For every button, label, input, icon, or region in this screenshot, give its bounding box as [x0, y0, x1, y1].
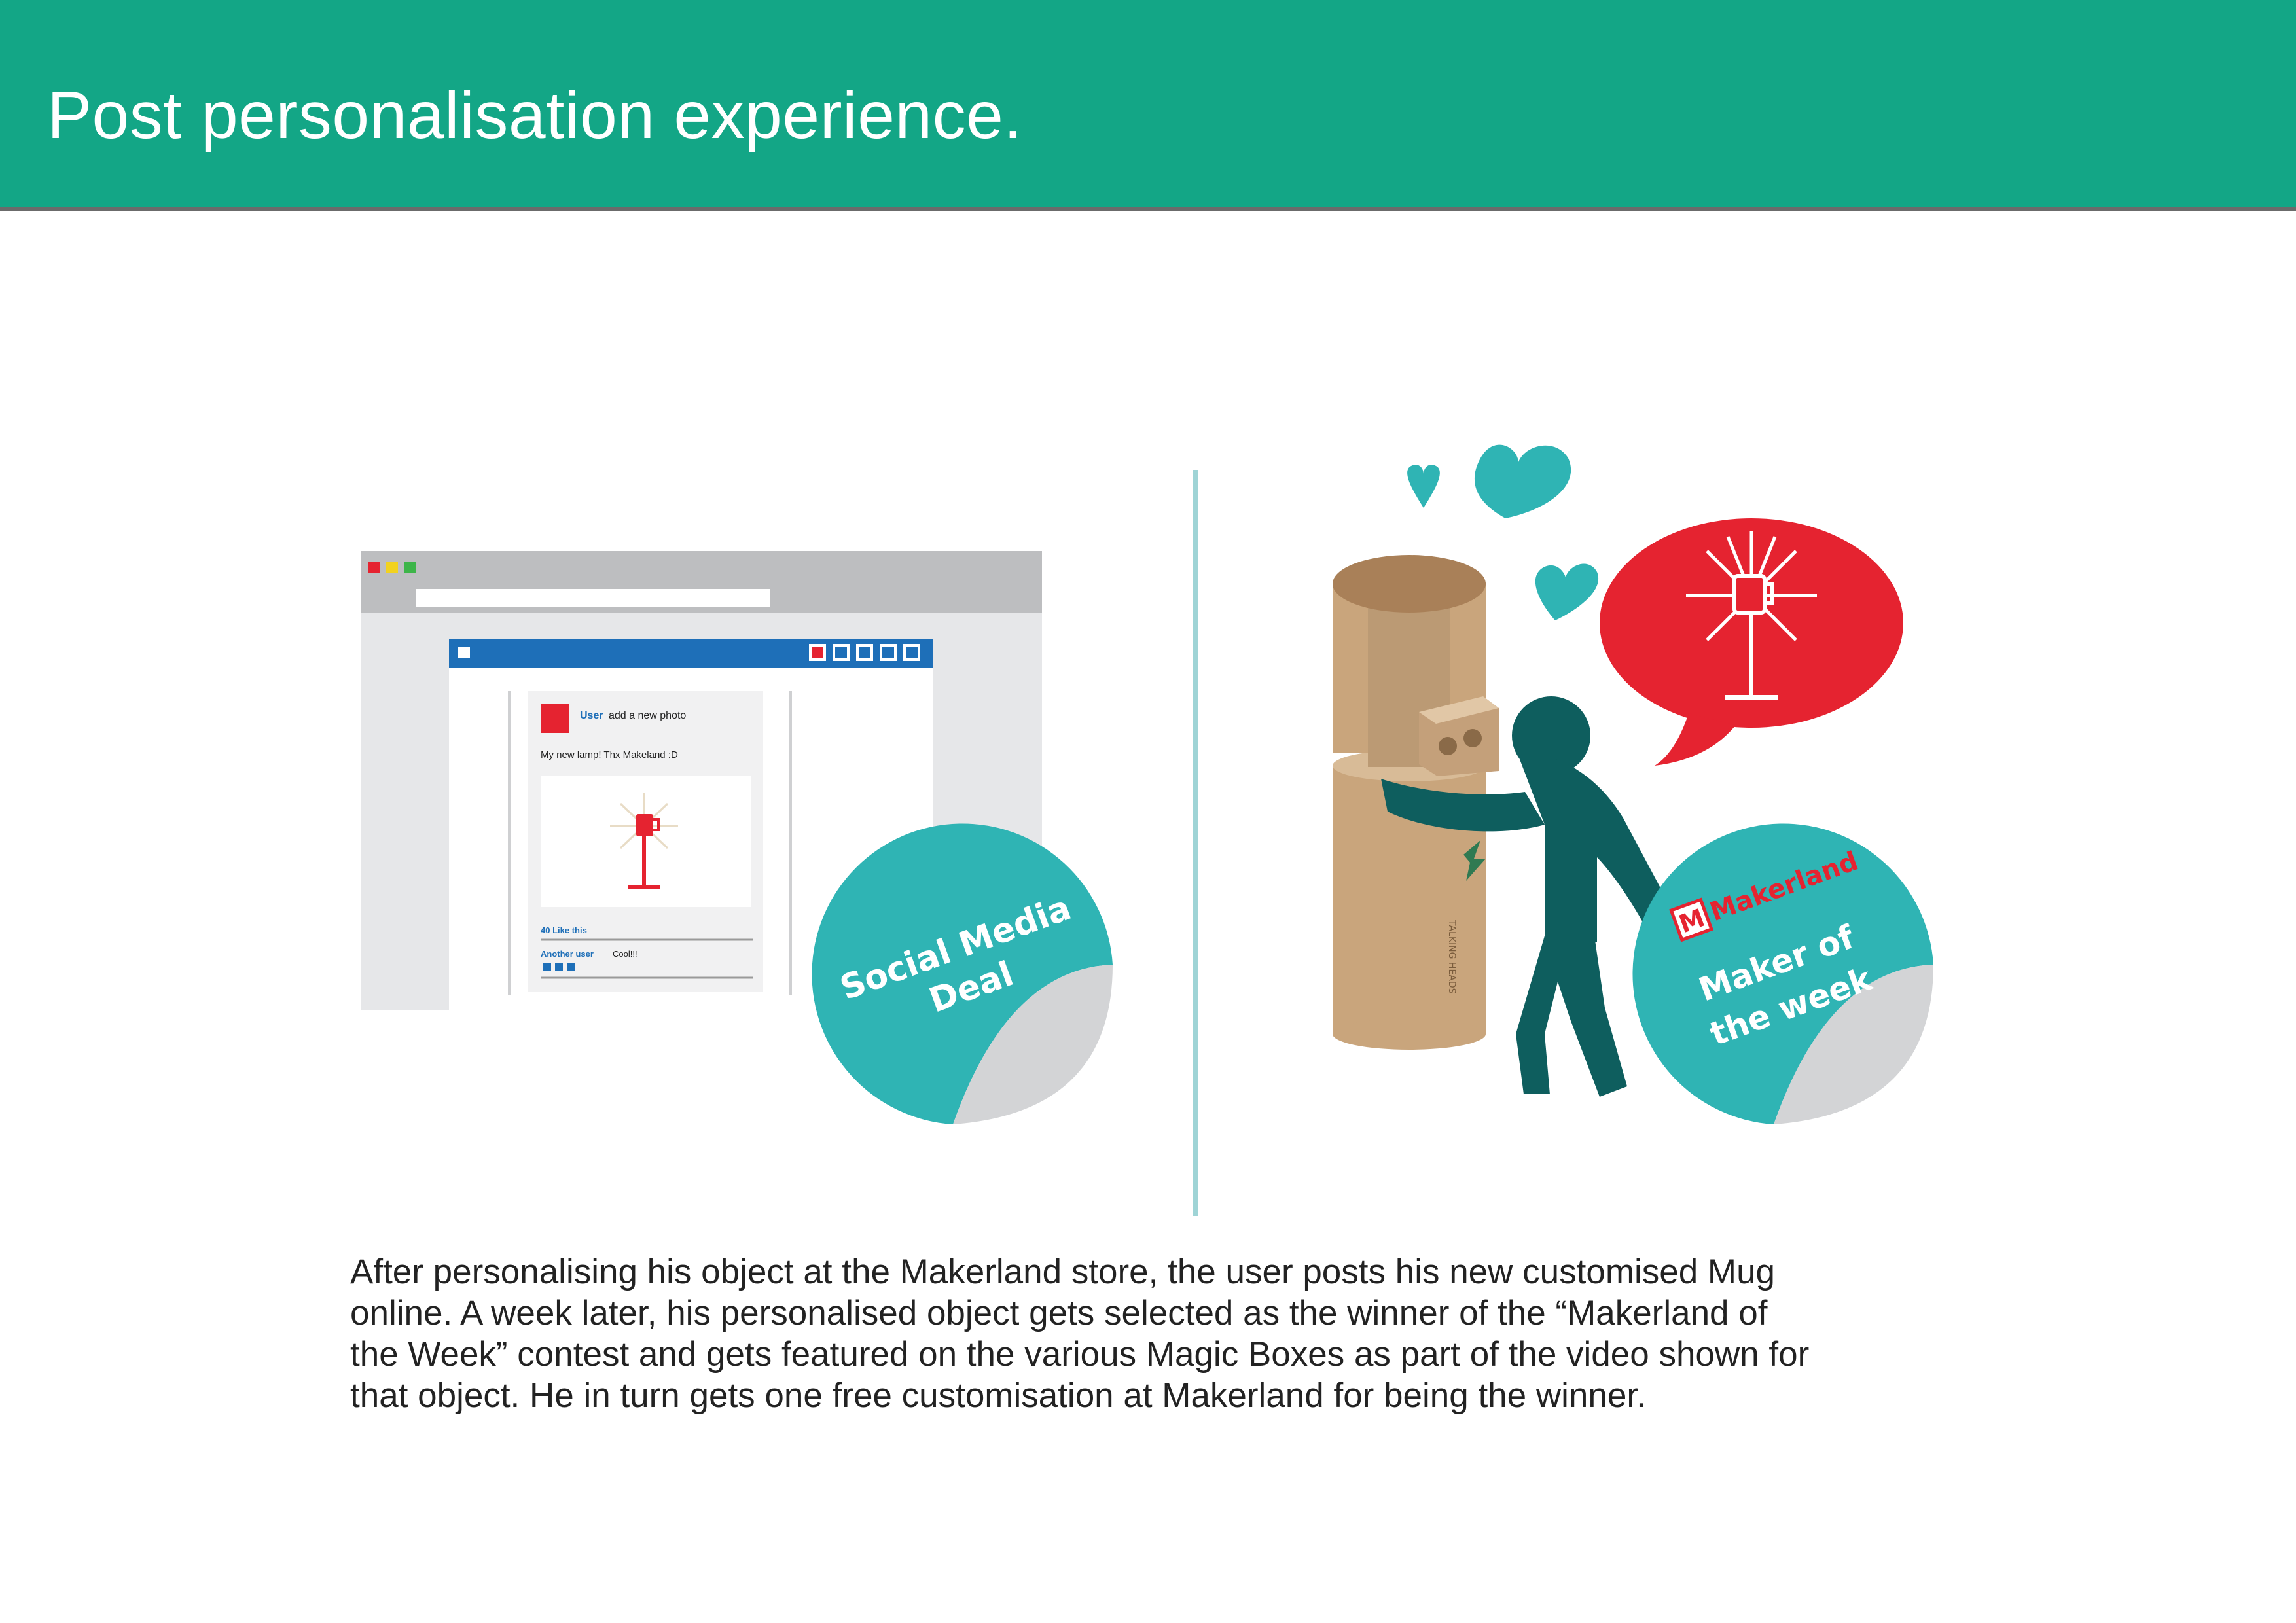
post-likes: 40 Like this — [541, 925, 587, 935]
small-heart-icon — [1407, 465, 1440, 508]
site-nav-bar — [449, 639, 933, 668]
medium-heart-icon — [1535, 563, 1599, 620]
bubble-lamp-base — [1725, 695, 1778, 700]
nav-icon-notification — [809, 644, 826, 661]
lamp-stand — [642, 836, 646, 886]
description-line-4: that object. He in turn gets one free cu… — [350, 1376, 1646, 1415]
lamp-mug-head — [636, 814, 653, 836]
post-message: My new lamp! Thx Makeland :D — [541, 749, 678, 760]
post-username: User — [580, 710, 603, 721]
comment-dot-2 — [555, 963, 563, 971]
large-heart-icon — [1474, 444, 1571, 518]
magic-box-scene: TALKING HEADS M Makerland Maker of the w… — [1333, 444, 1933, 1124]
comment-dot-1 — [543, 963, 551, 971]
site-logo-square — [458, 647, 470, 658]
description-line-3: the Week” contest and gets featured on t… — [350, 1335, 1810, 1374]
window-minimize-dot — [386, 562, 398, 573]
window-maximize-dot — [404, 562, 416, 573]
comment-username: Another user — [541, 949, 594, 959]
address-bar — [416, 589, 770, 607]
social-media-deal-sticker: Social Media Deal — [812, 823, 1113, 1124]
description-line-1: After personalising his object at the Ma… — [350, 1253, 1776, 1291]
bubble-mug-head — [1732, 574, 1767, 615]
speech-bubble — [1600, 518, 1903, 766]
bubble-lamp-stand — [1749, 613, 1753, 696]
user-avatar — [541, 704, 569, 733]
description-paragraph: After personalising his object at the Ma… — [350, 1251, 1973, 1416]
window-close-dot — [368, 562, 380, 573]
lamp-base — [628, 885, 660, 889]
comment-dot-3 — [567, 963, 575, 971]
comment-text: Cool!!! — [613, 949, 637, 959]
browser-mockup: User add a new photo My new lamp! Thx Ma… — [361, 551, 1113, 1124]
maker-of-the-week-sticker: M Makerland Maker of the week — [1632, 823, 1933, 1124]
box-brand-text: TALKING HEADS — [1446, 919, 1457, 994]
description-line-2: online. A week later, his personalised o… — [350, 1294, 1768, 1332]
post-action-text: add a new photo — [609, 710, 686, 721]
